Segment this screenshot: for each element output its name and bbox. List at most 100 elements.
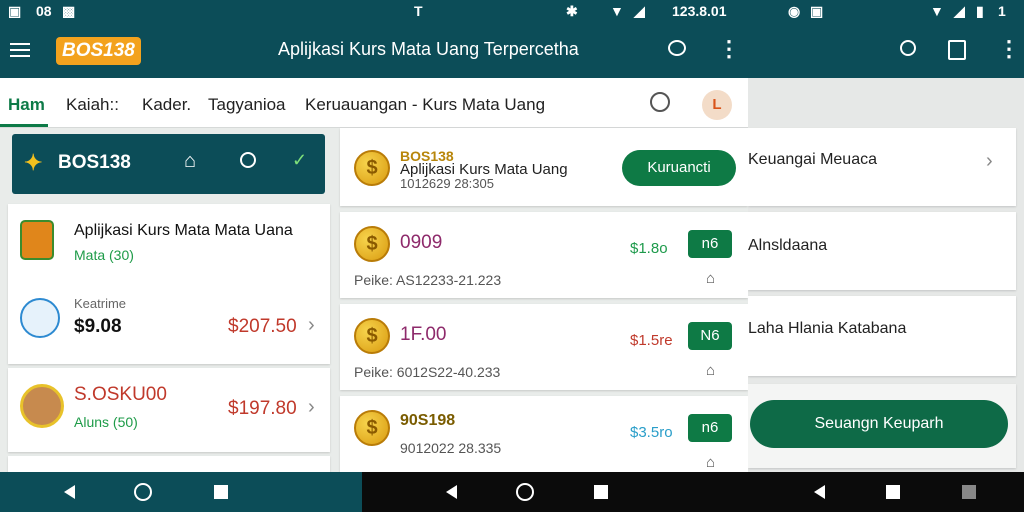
card3-sub: Aluns (50) <box>74 414 138 430</box>
rate2-value: $1.5re <box>630 332 673 349</box>
rate1-badge-button[interactable]: n6 <box>688 230 732 258</box>
tab-bar: Ham Kaiah:: Kader. Tagyanioa Keruauangan… <box>0 78 748 128</box>
card-user[interactable]: S.OSKU00 Aluns (50) $197.80 › <box>8 368 330 452</box>
home-icon[interactable] <box>886 485 900 499</box>
chevron-right-icon[interactable]: › <box>308 314 315 337</box>
home-icon[interactable] <box>516 483 534 501</box>
rate-row-3[interactable]: $ 90S198 9012022 28.335 $3.5ro n6 ⌂ <box>340 396 748 473</box>
bell-icon[interactable]: ⌂ <box>706 362 715 379</box>
rate3-value: $3.5ro <box>630 424 673 441</box>
status-text-left: 08 <box>36 3 52 19</box>
rate3-name: 90S198 <box>400 412 456 429</box>
recents-icon[interactable] <box>214 485 228 499</box>
arrow-icon[interactable]: ✓ <box>292 150 307 171</box>
back-icon[interactable] <box>814 485 825 499</box>
list-icon <box>20 298 60 338</box>
card3-amount: $197.80 <box>228 398 297 419</box>
recents-icon[interactable] <box>962 485 976 499</box>
tab-kader[interactable]: Kader. <box>142 95 191 115</box>
rate1-pair: Peike: AS12233-21.223 <box>354 272 502 288</box>
signal-icon: ◢ <box>634 3 645 19</box>
rate2-badge-button[interactable]: N6 <box>688 322 732 350</box>
rate2-pair: Peike: 6012S22-40.233 <box>354 364 501 380</box>
bell-icon[interactable]: ⌂ <box>706 454 715 471</box>
tab-tagyanioa[interactable]: Tagyanioa <box>208 95 286 115</box>
active-tab-indicator <box>0 124 48 127</box>
side-item-1-label: Keuangai Meuaca <box>748 151 877 168</box>
battery-icon: ▮ <box>976 3 984 19</box>
document-icon[interactable] <box>948 40 966 60</box>
chat-icon[interactable] <box>668 40 686 56</box>
status-text-mid: T <box>414 3 423 19</box>
bank-icon[interactable]: ⌂ <box>184 150 196 173</box>
side-button-card: Seuangn Keuparh <box>748 384 1016 468</box>
rate-row-1[interactable]: $ 0909 $1.8o n6 Peike: AS12233-21.223 ⌂ <box>340 212 748 298</box>
seuangn-keuparh-button[interactable]: Seuangn Keuparh <box>750 400 1008 448</box>
left-panel: ✦ BOS138 ⌂ ✓ Aplijkasi Kurs Mata Mata Ua… <box>0 128 338 476</box>
back-icon[interactable] <box>446 485 457 499</box>
rate1-value: $1.8o <box>630 240 668 257</box>
coin-icon: $ <box>354 318 390 354</box>
card1-sub: Mata (30) <box>74 247 134 263</box>
nav-bar-center <box>362 472 748 512</box>
side-item-2-label: Alnsldaana <box>748 237 828 254</box>
shield-icon: ▣ <box>810 3 824 19</box>
photo-icon: ▩ <box>62 3 76 19</box>
home-icon[interactable] <box>134 483 152 501</box>
n-icon: ▣ <box>8 3 22 19</box>
side-item-1[interactable]: Keuangai Meuaca › <box>748 128 1016 206</box>
rate3-pair: 9012022 28.335 <box>400 440 502 456</box>
side-nav-bar <box>748 472 1024 512</box>
signal-icon: ◢ <box>954 3 965 19</box>
wifi-icon: ▼ <box>610 3 624 19</box>
tab-ham[interactable]: Ham <box>8 95 45 115</box>
bell-icon[interactable]: ⌂ <box>706 270 715 287</box>
side-status-bar: ◉ ▣ ▼ ◢ ▮ 1 <box>748 0 1024 24</box>
side-item-3-label: Laha Hlania Katabana <box>748 320 907 337</box>
card2-amount: $207.50 <box>228 316 297 337</box>
bluetooth-icon: ✱ <box>566 3 578 19</box>
tab-kaiah[interactable]: Kaiah:: <box>66 95 119 115</box>
tab-keruauangan[interactable]: Keruauangan - Kurs Mata Uang <box>305 95 545 115</box>
brand-logo[interactable]: BOS138 <box>56 37 141 65</box>
user-avatar <box>20 384 64 428</box>
search-icon[interactable] <box>240 152 256 168</box>
top-sub: 1012629 28:305 <box>400 176 494 191</box>
card3-title: S.OSKU00 <box>74 384 167 405</box>
search-icon[interactable] <box>900 40 916 56</box>
menu-icon[interactable] <box>10 43 30 57</box>
recents-icon[interactable] <box>594 485 608 499</box>
left-panel-header: ✦ BOS138 ⌂ ✓ <box>12 134 325 194</box>
card2-caption: Keatrime <box>74 296 127 311</box>
card-app-info[interactable]: Aplijkasi Kurs Mata Mata Uana Mata (30) … <box>8 204 330 364</box>
header-logo: BOS138 <box>58 152 131 173</box>
card2-value: $9.08 <box>74 316 122 337</box>
side-item-2[interactable]: Alnsldaana <box>748 212 1016 290</box>
side-app-bar: ⋮ <box>748 24 1024 78</box>
rate1-name: 0909 <box>400 232 443 253</box>
wallet-icon <box>20 220 54 260</box>
chevron-right-icon[interactable]: › <box>308 396 315 419</box>
app-title: Aplijkasi Kurs Mata Uang Terpercetha <box>278 39 579 59</box>
rate2-name: 1F.00 <box>400 324 447 345</box>
app-bar: BOS138 Aplijkasi Kurs Mata Uang Terperce… <box>0 24 748 78</box>
rate-row-2[interactable]: $ 1F.00 $1.5re N6 Peike: 6012S22-40.233 … <box>340 304 748 390</box>
chevron-right-icon[interactable]: › <box>986 150 993 173</box>
alarm-icon: ◉ <box>788 3 801 19</box>
side-screen: ◉ ▣ ▼ ◢ ▮ 1 ⋮ Keuangai Meuaca › Alnsldaa… <box>748 0 1024 512</box>
coin-icon: $ <box>354 410 390 446</box>
status-bar: ▣ 08 ▩ T ✱ ▼ ◢ 123.8.01 <box>0 0 748 24</box>
main-screen: ▣ 08 ▩ T ✱ ▼ ◢ 123.8.01 BOS138 Aplijkasi… <box>0 0 748 512</box>
more-vert-icon[interactable]: ⋮ <box>998 36 1020 62</box>
card1-title: Aplijkasi Kurs Mata Mata Uana <box>74 222 293 239</box>
settings-icon[interactable] <box>650 92 670 112</box>
back-icon[interactable] <box>64 485 75 499</box>
more-vert-icon[interactable]: ⋮ <box>718 36 740 62</box>
exchange-header-card: $ BOS138 Aplijkasi Kurs Mata Uang 101262… <box>340 128 748 206</box>
avatar[interactable]: L <box>702 90 732 120</box>
side-item-3[interactable]: Laha Hlania Katabana <box>748 296 1016 376</box>
kuruancti-button[interactable]: Kuruancti <box>622 150 736 186</box>
status-time: 123.8.01 <box>672 3 727 19</box>
rate3-badge-button[interactable]: n6 <box>688 414 732 442</box>
coin-icon: $ <box>354 226 390 262</box>
